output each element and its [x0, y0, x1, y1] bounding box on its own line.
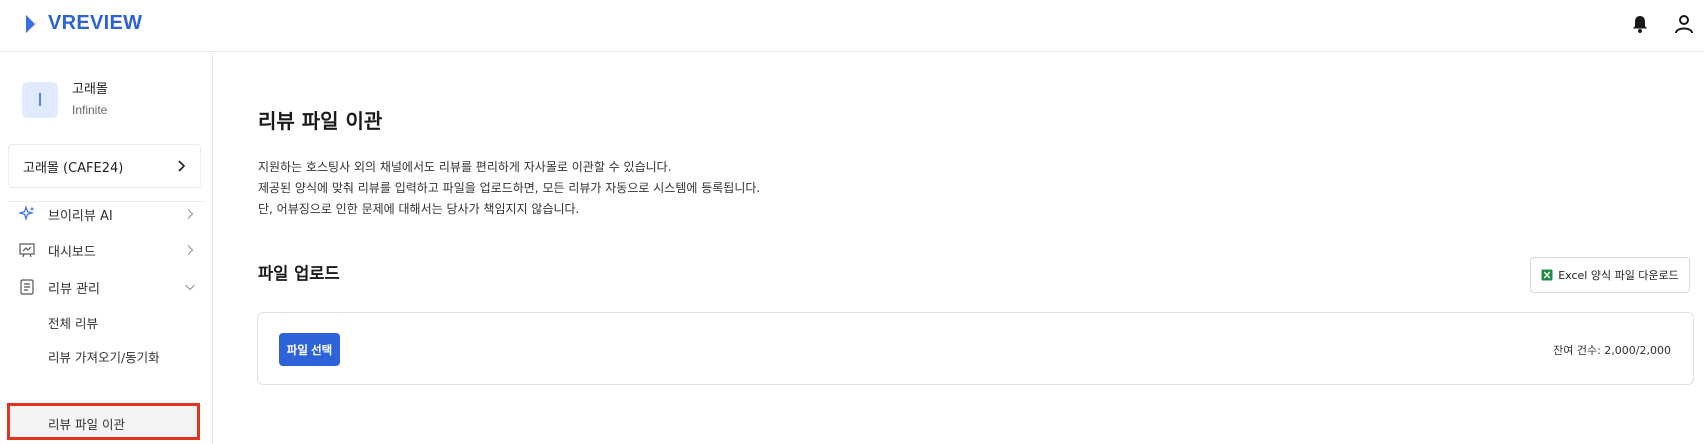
bell-icon[interactable]: [1630, 14, 1650, 34]
upload-box: 파일 선택 잔여 건수: 2,000/2,000: [257, 312, 1694, 385]
account-info: I 고래몰 Infinite: [22, 81, 108, 119]
sidebar-item-dashboard[interactable]: 대시보드: [18, 238, 196, 262]
logo-mark-icon: [26, 14, 42, 33]
sidebar-item-label: 리뷰 관리: [48, 281, 100, 297]
logo[interactable]: VREVIEW: [24, 12, 142, 35]
excel-button-label: Excel 양식 파일 다운로드: [1558, 269, 1679, 282]
account-plan: Infinite: [72, 103, 108, 117]
store-selector[interactable]: 고래몰 (CAFE24): [8, 144, 201, 188]
main-content: 리뷰 파일 이관 지원하는 호스팅사 외의 채널에서도 리뷰를 편리하게 자사몰…: [214, 53, 1704, 444]
sidebar-item-review-management[interactable]: 리뷰 관리: [18, 275, 196, 299]
chevron-right-icon: [187, 209, 194, 219]
excel-template-download-button[interactable]: Excel 양식 파일 다운로드: [1530, 257, 1690, 293]
description-line: 단, 어뷰징으로 인한 문제에 대해서는 당사가 책임지지 않습니다.: [258, 202, 580, 216]
dashboard-icon: [18, 241, 36, 259]
page-description: 지원하는 호스팅사 외의 채널에서도 리뷰를 편리하게 자사몰로 이관할 수 있…: [258, 157, 760, 220]
chevron-right-icon: [187, 245, 194, 255]
remaining-count: 잔여 건수: 2,000/2,000: [1553, 344, 1671, 357]
sidebar-subitem-import-sync[interactable]: 리뷰 가져오기/동기화: [48, 347, 160, 366]
sidebar-subitem-all-reviews[interactable]: 전체 리뷰: [48, 313, 98, 332]
chevron-right-icon: [178, 160, 186, 172]
sidebar: I 고래몰 Infinite 고래몰 (CAFE24) 브이리뷰 AI 대시보드…: [0, 53, 213, 444]
excel-icon: [1541, 269, 1553, 281]
sidebar-subitem-file-migration[interactable]: 리뷰 파일 이관: [7, 403, 200, 440]
top-bar: VREVIEW: [0, 0, 1704, 52]
sidebar-item-ai[interactable]: 브이리뷰 AI: [18, 202, 196, 226]
store-label: 고래몰 (CAFE24): [23, 160, 124, 176]
sparkle-icon: [18, 205, 36, 223]
account-name: 고래몰: [72, 82, 108, 97]
document-icon: [18, 278, 36, 296]
section-title: 파일 업로드: [258, 264, 340, 283]
sidebar-item-label: 대시보드: [48, 244, 96, 260]
page-title: 리뷰 파일 이관: [258, 109, 383, 133]
description-line: 지원하는 호스팅사 외의 채널에서도 리뷰를 편리하게 자사몰로 이관할 수 있…: [258, 160, 672, 174]
sidebar-subitem-label: 리뷰 파일 이관: [48, 417, 125, 432]
file-select-button[interactable]: 파일 선택: [279, 333, 340, 366]
description-line: 제공된 양식에 맞춰 리뷰를 입력하고 파일을 업로드하면, 모든 리뷰가 자동…: [258, 181, 761, 195]
logo-text: VREVIEW: [48, 12, 143, 34]
sidebar-item-label: 브이리뷰 AI: [48, 208, 113, 224]
chevron-down-icon: [185, 284, 195, 291]
avatar: I: [22, 82, 58, 118]
user-icon[interactable]: [1674, 14, 1694, 34]
